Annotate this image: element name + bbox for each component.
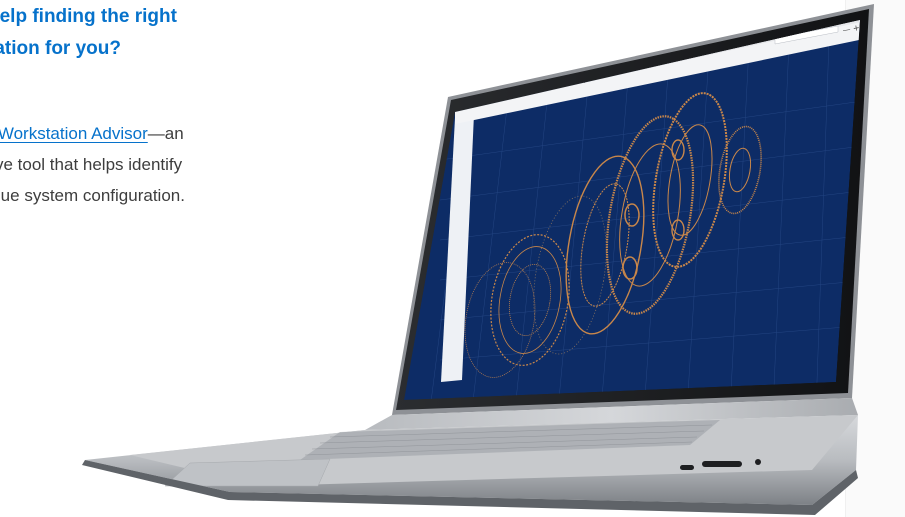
sd-card-slot (702, 461, 742, 467)
usb-c-port (680, 465, 694, 470)
laptop-image: — + ✕ (82, 4, 874, 515)
screen-display: — + ✕ (404, 20, 860, 400)
audio-jack (755, 459, 761, 465)
touchpad (164, 458, 331, 487)
